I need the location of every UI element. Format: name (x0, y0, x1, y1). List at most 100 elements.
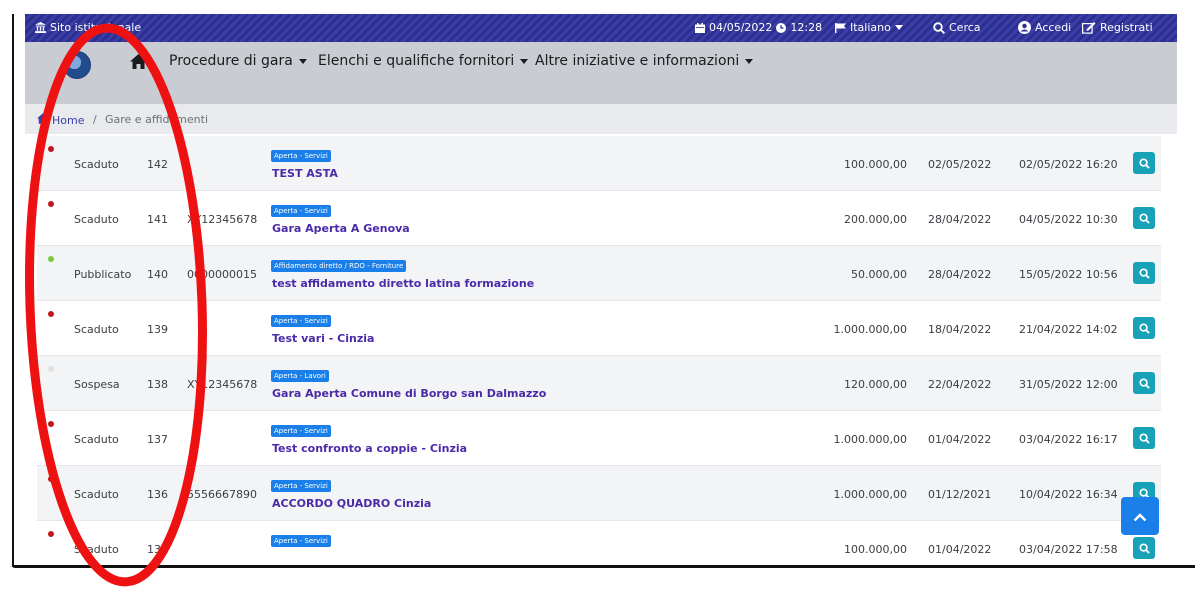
table-row[interactable]: Scaduto 134 Aperta - Servizi 100.000,00 … (37, 521, 1161, 566)
status-text: Scaduto (74, 323, 119, 336)
procedure-badge: Affidamento diretto / RDO - Forniture (271, 260, 407, 272)
view-button[interactable] (1133, 372, 1155, 394)
search-icon (1138, 374, 1150, 393)
table-row[interactable]: Sospesa 138 XY12345678 Aperta - Lavori G… (37, 356, 1161, 411)
view-button[interactable] (1133, 207, 1155, 229)
nav-altre-iniziative[interactable]: Altre iniziative e informazioni (535, 53, 754, 69)
deadline: 03/04/2022 17:58 (1019, 543, 1118, 556)
chevron-down-icon (894, 25, 903, 30)
tender-amount: 200.000,00 (844, 213, 907, 226)
publication-date: 28/04/2022 (928, 213, 992, 226)
publication-date: 02/05/2022 (928, 158, 992, 171)
home-icon[interactable] (130, 54, 147, 73)
procedure-badge: Aperta - Servizi (271, 150, 331, 162)
table-row[interactable]: Scaduto 137 Aperta - Servizi Test confro… (37, 411, 1161, 466)
tender-title[interactable]: Gara Aperta A Genova (272, 222, 410, 235)
calendar-icon (695, 22, 705, 33)
status-text: Scaduto (74, 158, 119, 171)
search-label: Cerca (949, 21, 981, 34)
tender-number: 134 (147, 543, 168, 556)
tender-title[interactable]: ACCORDO QUADRO Cinzia (272, 497, 431, 510)
nav-label: Elenchi e qualifiche fornitori (318, 53, 515, 69)
publication-date: 22/04/2022 (928, 378, 992, 391)
status-dot (48, 421, 54, 427)
tender-code: 0000000015 (187, 268, 257, 281)
deadline: 02/05/2022 16:20 (1019, 158, 1118, 171)
tender-amount: 50.000,00 (851, 268, 907, 281)
procedure-badge: Aperta - Servizi (271, 480, 331, 492)
search-icon (1138, 154, 1150, 173)
procedure-badge: Aperta - Servizi (271, 535, 331, 547)
status-dot (48, 531, 54, 537)
status-dot (48, 476, 54, 482)
flag-icon (835, 22, 846, 33)
tender-amount: 1.000.000,00 (833, 323, 907, 336)
status-text: Sospesa (74, 378, 120, 391)
tender-title[interactable]: Test vari - Cinzia (272, 332, 374, 345)
main-navbar: Procedure di gara Elenchi e qualifiche f… (25, 42, 1177, 104)
home-icon (37, 113, 49, 127)
chevron-down-icon (298, 58, 307, 64)
breadcrumb-home[interactable]: Home (37, 113, 84, 127)
view-button[interactable] (1133, 317, 1155, 339)
nav-label: Procedure di gara (169, 53, 293, 69)
institutional-label: Sito istituzionale (50, 21, 142, 34)
nav-elenchi-fornitori[interactable]: Elenchi e qualifiche fornitori (318, 53, 529, 69)
tender-title[interactable]: TEST ASTA (272, 167, 338, 180)
tender-number: 136 (147, 488, 168, 501)
search-icon (1138, 209, 1150, 228)
tender-number: 138 (147, 378, 168, 391)
status-dot (48, 256, 54, 262)
tender-amount: 100.000,00 (844, 158, 907, 171)
breadcrumb-current: Gare e affidamenti (105, 113, 208, 126)
publication-date: 01/12/2021 (928, 488, 992, 501)
breadcrumb: Home / Gare e affidamenti (25, 104, 1177, 134)
search-icon (933, 21, 945, 34)
table-row[interactable]: Scaduto 136 5556667890 Aperta - Servizi … (37, 466, 1161, 521)
institutional-link[interactable]: Sito istituzionale (35, 21, 141, 34)
view-button[interactable] (1133, 537, 1155, 559)
deadline: 04/05/2022 10:30 (1019, 213, 1118, 226)
publication-date: 18/04/2022 (928, 323, 992, 336)
register-link[interactable]: Registrati (1082, 21, 1153, 34)
edit-icon (1082, 21, 1096, 34)
tender-number: 140 (147, 268, 168, 281)
tender-number: 137 (147, 433, 168, 446)
language-label: Italiano (850, 21, 891, 34)
datetime: 04/05/2022 12:28 (695, 21, 822, 34)
view-button[interactable] (1133, 262, 1155, 284)
procedure-badge: Aperta - Lavori (271, 370, 329, 382)
publication-date: 01/04/2022 (928, 433, 992, 446)
login-link[interactable]: Accedi (1018, 21, 1071, 34)
tender-title[interactable]: Test confronto a coppie - Cinzia (272, 442, 467, 455)
table-row[interactable]: Scaduto 141 XY12345678 Aperta - Servizi … (37, 191, 1161, 246)
deadline: 10/04/2022 16:34 (1019, 488, 1118, 501)
search-icon (1138, 429, 1150, 448)
back-to-top-button[interactable] (1121, 497, 1159, 535)
table-row[interactable]: Pubblicato 140 0000000015 Affidamento di… (37, 246, 1161, 301)
register-label: Registrati (1100, 21, 1153, 34)
language-selector[interactable]: Italiano (835, 21, 903, 34)
deadline: 15/05/2022 10:56 (1019, 268, 1118, 281)
user-circle-icon (1018, 21, 1031, 34)
logo[interactable] (63, 51, 91, 79)
view-button[interactable] (1133, 427, 1155, 449)
table-row[interactable]: Scaduto 142 Aperta - Servizi TEST ASTA 1… (37, 136, 1161, 191)
deadline: 31/05/2022 12:00 (1019, 378, 1118, 391)
view-button[interactable] (1133, 152, 1155, 174)
nav-procedure-di-gara[interactable]: Procedure di gara (169, 53, 307, 69)
tender-code: XY12345678 (187, 213, 258, 226)
breadcrumb-home-label: Home (52, 113, 85, 127)
search-link[interactable]: Cerca (933, 21, 981, 34)
tender-amount: 120.000,00 (844, 378, 907, 391)
search-icon (1138, 319, 1150, 338)
publication-date: 01/04/2022 (928, 543, 992, 556)
search-icon (1138, 264, 1150, 283)
tender-title[interactable]: Gara Aperta Comune di Borgo san Dalmazzo (272, 387, 546, 400)
tender-title[interactable]: test affidamento diretto latina formazio… (272, 277, 534, 290)
tender-amount: 1.000.000,00 (833, 488, 907, 501)
table-row[interactable]: Scaduto 139 Aperta - Servizi Test vari -… (37, 301, 1161, 356)
browser-viewport: Sito istituzionale 04/05/2022 12:28 Ital… (25, 14, 1177, 566)
status-text: Scaduto (74, 543, 119, 556)
tender-amount: 1.000.000,00 (833, 433, 907, 446)
